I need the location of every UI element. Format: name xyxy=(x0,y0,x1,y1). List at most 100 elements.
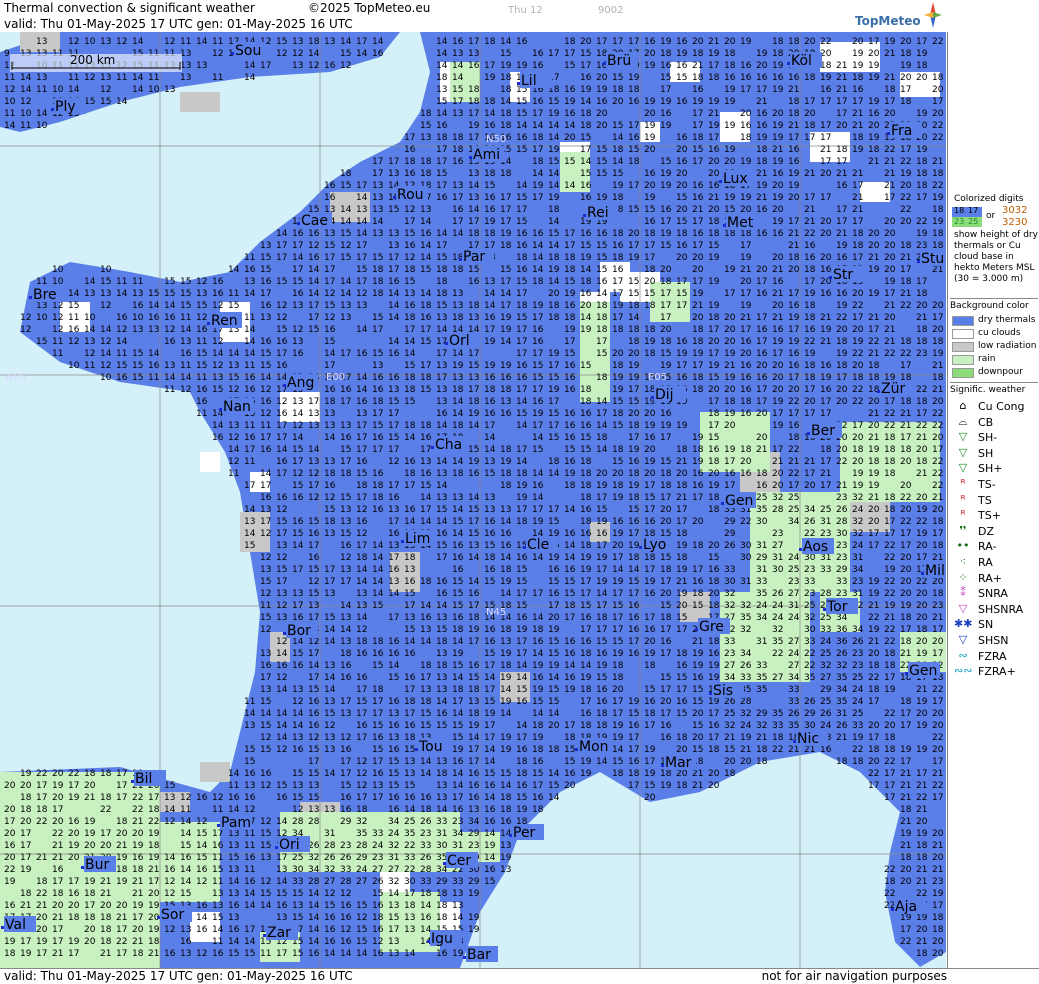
thermal-height-digit: 16 xyxy=(404,457,416,467)
thermal-height-digit: 22 xyxy=(932,121,943,131)
thermal-height-digit: 18 xyxy=(932,205,944,215)
thermal-height-digit: 16 xyxy=(692,229,704,239)
thermal-height-digit: 18 xyxy=(420,109,432,119)
thermal-height-digit: 18 xyxy=(692,445,704,455)
map-canvas[interactable]: 1312101312141211141117141215131813141714… xyxy=(0,32,946,968)
thermal-height-digit: 15 xyxy=(548,577,559,587)
city-marker: Stu xyxy=(917,250,946,267)
thermal-height-digit: 14 xyxy=(244,61,256,71)
thermal-height-digit: 16 xyxy=(308,697,320,707)
thermal-height-digit: 15 xyxy=(308,745,319,755)
thermal-height-digit: 31 xyxy=(756,637,767,647)
thermal-height-digit: 18 xyxy=(468,97,480,107)
thermal-height-digit: 16 xyxy=(484,781,496,791)
thermal-height-digit: 16 xyxy=(484,529,496,539)
thermal-height-digit: 20 xyxy=(868,517,880,527)
thermal-height-digit: 13 xyxy=(452,493,463,503)
thermal-height-digit: 12 xyxy=(212,793,223,803)
thermal-height-digit: 17 xyxy=(596,409,607,419)
thermal-height-digit: 34 xyxy=(452,829,464,839)
thermal-height-digit: 16 xyxy=(804,241,816,251)
sig-weather-title: Signific. weather xyxy=(950,385,1026,395)
thermal-height-digit: 13 xyxy=(404,289,415,299)
thermal-height-digit: 22 xyxy=(932,133,943,143)
thermal-height-digit: 16 xyxy=(340,805,352,815)
thermal-height-digit: 19 xyxy=(596,661,608,671)
thermal-height-digit: 16 xyxy=(324,925,336,935)
thermal-height-digit: 16 xyxy=(516,241,528,251)
map-footer: valid: Thu 01-May-2025 17 UTC gen: 01-Ma… xyxy=(0,968,1039,984)
thermal-height-digit: 21 xyxy=(148,949,159,959)
thermal-height-digit: 13 xyxy=(340,517,351,527)
thermal-height-digit: 12 xyxy=(52,313,63,323)
thermal-height-digit: 13 xyxy=(436,781,447,791)
thermal-height-digit: 20 xyxy=(612,469,624,479)
thermal-height-digit: 16 xyxy=(420,913,432,923)
thermal-height-digit: 17 xyxy=(372,697,383,707)
thermal-height-digit: 16 xyxy=(468,769,480,779)
thermal-height-digit: 12 xyxy=(100,301,111,311)
thermal-height-digit: 28 xyxy=(340,877,352,887)
thermal-height-digit: 16 xyxy=(276,901,288,911)
thermal-height-digit: 21 xyxy=(676,493,687,503)
thermal-height-digit: 16 xyxy=(580,409,592,419)
thermal-height-digit: 15 xyxy=(260,253,271,263)
thermal-height-digit: 17 xyxy=(148,793,159,803)
thermal-height-digit: 18 xyxy=(916,289,928,299)
thermal-height-digit: 15 xyxy=(564,157,575,167)
thermal-height-digit: 18 xyxy=(916,853,928,863)
thermal-height-digit: 16 xyxy=(692,469,704,479)
thermal-height-digit: 35 xyxy=(804,673,815,683)
thermal-height-digit: 12 xyxy=(404,253,415,263)
thermal-height-digit: 14 xyxy=(276,709,288,719)
thermal-height-digit: 19 xyxy=(628,361,640,371)
thermal-height-digit: 17 xyxy=(900,361,911,371)
thermal-height-digit: 14 xyxy=(404,637,416,647)
thermal-height-digit: 14 xyxy=(484,793,496,803)
thermal-height-digit: 15 xyxy=(628,145,639,155)
thermal-height-digit: 21 xyxy=(852,109,863,119)
thermal-height-digit: 20 xyxy=(900,481,912,491)
thermal-height-digit: 32 xyxy=(772,625,783,635)
thermal-height-digit: 20 xyxy=(788,193,800,203)
thermal-height-digit: 17 xyxy=(516,733,527,743)
thermal-height-digit: 16 xyxy=(516,361,528,371)
thermal-height-digit: 17 xyxy=(372,409,383,419)
thermal-height-digit: 22 xyxy=(804,661,815,671)
thermal-height-digit: 16 xyxy=(564,637,576,647)
thermal-height-digit: 20 xyxy=(52,901,64,911)
thermal-height-digit: 17 xyxy=(372,169,383,179)
thermal-height-digit: 18 xyxy=(852,373,864,383)
thermal-height-digit: 18 xyxy=(772,37,784,47)
thermal-height-digit: 18 xyxy=(660,613,672,623)
thermal-height-digit: 18 xyxy=(916,949,928,959)
thermal-height-digit: 24 xyxy=(756,601,768,611)
thermal-height-digit: 15 xyxy=(612,121,623,131)
thermal-height-digit: 17 xyxy=(132,913,143,923)
thermal-height-digit: 18 xyxy=(452,421,464,431)
thermal-height-digit: 25 xyxy=(724,709,735,719)
thermal-height-digit: 20 xyxy=(932,949,944,959)
thermal-height-digit: 20 xyxy=(772,205,784,215)
thermal-height-digit: 14 xyxy=(276,229,288,239)
thermal-height-digit: 18 xyxy=(692,49,704,59)
legend-swatch xyxy=(952,355,974,365)
thermal-height-digit: 17 xyxy=(260,289,271,299)
thermal-height-digit: 17 xyxy=(740,85,751,95)
thermal-height-digit: 22 xyxy=(884,709,895,719)
thermal-height-digit: 16 xyxy=(436,949,448,959)
thermal-height-digit: 16 xyxy=(324,913,336,923)
thermal-height-digit: 15 xyxy=(372,721,383,731)
weather-map[interactable]: 1312101312141211141117141215131813141714… xyxy=(0,32,946,968)
thermal-height-digit: 22 xyxy=(884,889,895,899)
city-dot-icon xyxy=(829,276,832,279)
thermal-height-digit: 18 xyxy=(852,241,864,251)
city-dot-icon xyxy=(575,748,578,751)
thermal-height-digit: 21 xyxy=(740,313,751,323)
wx-legend-label: FZRA+ xyxy=(978,665,1016,679)
thermal-height-digit: 29 xyxy=(804,709,816,719)
legend-swatch xyxy=(952,329,974,339)
thermal-height-digit: 20 xyxy=(628,349,640,359)
thermal-height-digit: 20 xyxy=(740,457,752,467)
thermal-height-digit: 13 xyxy=(420,625,431,635)
